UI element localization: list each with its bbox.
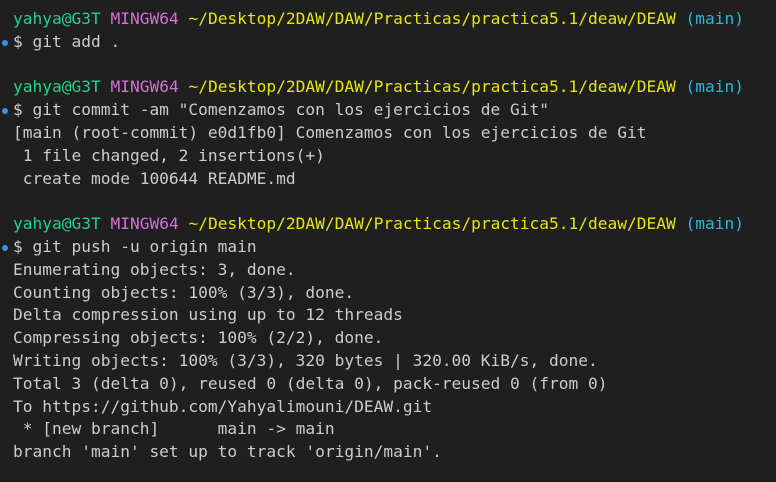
command-marker-icon[interactable] <box>2 108 8 115</box>
terminal-line-output: Enumerating objects: 3, done. <box>13 259 744 282</box>
terminal-line-command: $ git commit -am "Comenzamos con los eje… <box>2 99 744 122</box>
prompt-system: MINGW64 <box>110 9 179 28</box>
terminal-line-command: $ git add . <box>2 31 744 54</box>
terminal-line-prompt: yahya@G3T MINGW64 ~/Desktop/2DAW/DAW/Pra… <box>13 76 744 99</box>
terminal-line-output: create mode 100644 README.md <box>13 168 744 191</box>
terminal-output[interactable]: yahya@G3T MINGW64 ~/Desktop/2DAW/DAW/Pra… <box>2 8 744 464</box>
terminal-line-output: branch 'main' set up to track 'origin/ma… <box>13 441 744 464</box>
prompt-path: ~/Desktop/2DAW/DAW/Practicas/practica5.1… <box>188 9 676 28</box>
output-text: Enumerating objects: 3, done. <box>13 259 296 279</box>
prompt-branch: (main) <box>685 77 744 97</box>
terminal-line-command: $ git push -u origin main <box>2 236 744 259</box>
prompt-user: yahya@G3T <box>13 77 101 97</box>
output-text: [main (root-commit) e0d1fb0] Comenzamos … <box>13 122 647 142</box>
terminal-line-output: To https://github.com/Yahyalimouni/DEAW.… <box>13 396 744 419</box>
prompt-path: ~/Desktop/2DAW/DAW/Practicas/practica5.1… <box>188 77 676 97</box>
command-text: $ git commit -am "Comenzamos con los eje… <box>13 100 550 120</box>
prompt-system: MINGW64 <box>110 77 179 97</box>
command-marker-icon[interactable] <box>2 244 8 251</box>
terminal-line-prompt: yahya@G3T MINGW64 ~/Desktop/2DAW/DAW/Pra… <box>13 213 744 236</box>
prompt-user: yahya@G3T <box>13 214 101 234</box>
command-text: $ git add . <box>13 31 121 51</box>
terminal-line-output: 1 file changed, 2 insertions(+) <box>13 145 744 168</box>
terminal-line-output: Compressing objects: 100% (2/2), done. <box>13 327 744 350</box>
terminal-line-output: [main (root-commit) e0d1fb0] Comenzamos … <box>13 122 744 145</box>
output-text: Writing objects: 100% (3/3), 320 bytes |… <box>13 350 598 370</box>
terminal-line-output: Counting objects: 100% (3/3), done. <box>13 282 744 305</box>
prompt-system: MINGW64 <box>110 214 179 234</box>
command-text: $ git push -u origin main <box>13 236 257 256</box>
output-text: Counting objects: 100% (3/3), done. <box>13 282 355 302</box>
terminal-line-output: * [new branch] main -> main <box>13 418 744 441</box>
output-text: Total 3 (delta 0), reused 0 (delta 0), p… <box>13 373 608 393</box>
command-marker-icon[interactable] <box>2 39 8 46</box>
prompt-path: ~/Desktop/2DAW/DAW/Practicas/practica5.1… <box>188 214 676 234</box>
prompt-user: yahya@G3T <box>13 9 101 28</box>
terminal-line-prompt: yahya@G3T MINGW64 ~/Desktop/2DAW/DAW/Pra… <box>13 8 744 31</box>
prompt-branch: (main) <box>685 9 744 28</box>
output-text: Delta compression using up to 12 threads <box>13 305 403 325</box>
output-text: Compressing objects: 100% (2/2), done. <box>13 328 384 348</box>
prompt-branch: (main) <box>685 214 744 234</box>
output-text: * [new branch] main -> main <box>13 419 335 439</box>
output-text: 1 file changed, 2 insertions(+) <box>13 145 325 165</box>
terminal-line-output: Total 3 (delta 0), reused 0 (delta 0), p… <box>13 373 744 396</box>
output-text: branch 'main' set up to track 'origin/ma… <box>13 442 442 462</box>
terminal-line-output: Writing objects: 100% (3/3), 320 bytes |… <box>13 350 744 373</box>
terminal-line-output: Delta compression using up to 12 threads <box>13 304 744 327</box>
output-text: create mode 100644 README.md <box>13 168 296 188</box>
output-text: To https://github.com/Yahyalimouni/DEAW.… <box>13 396 433 416</box>
